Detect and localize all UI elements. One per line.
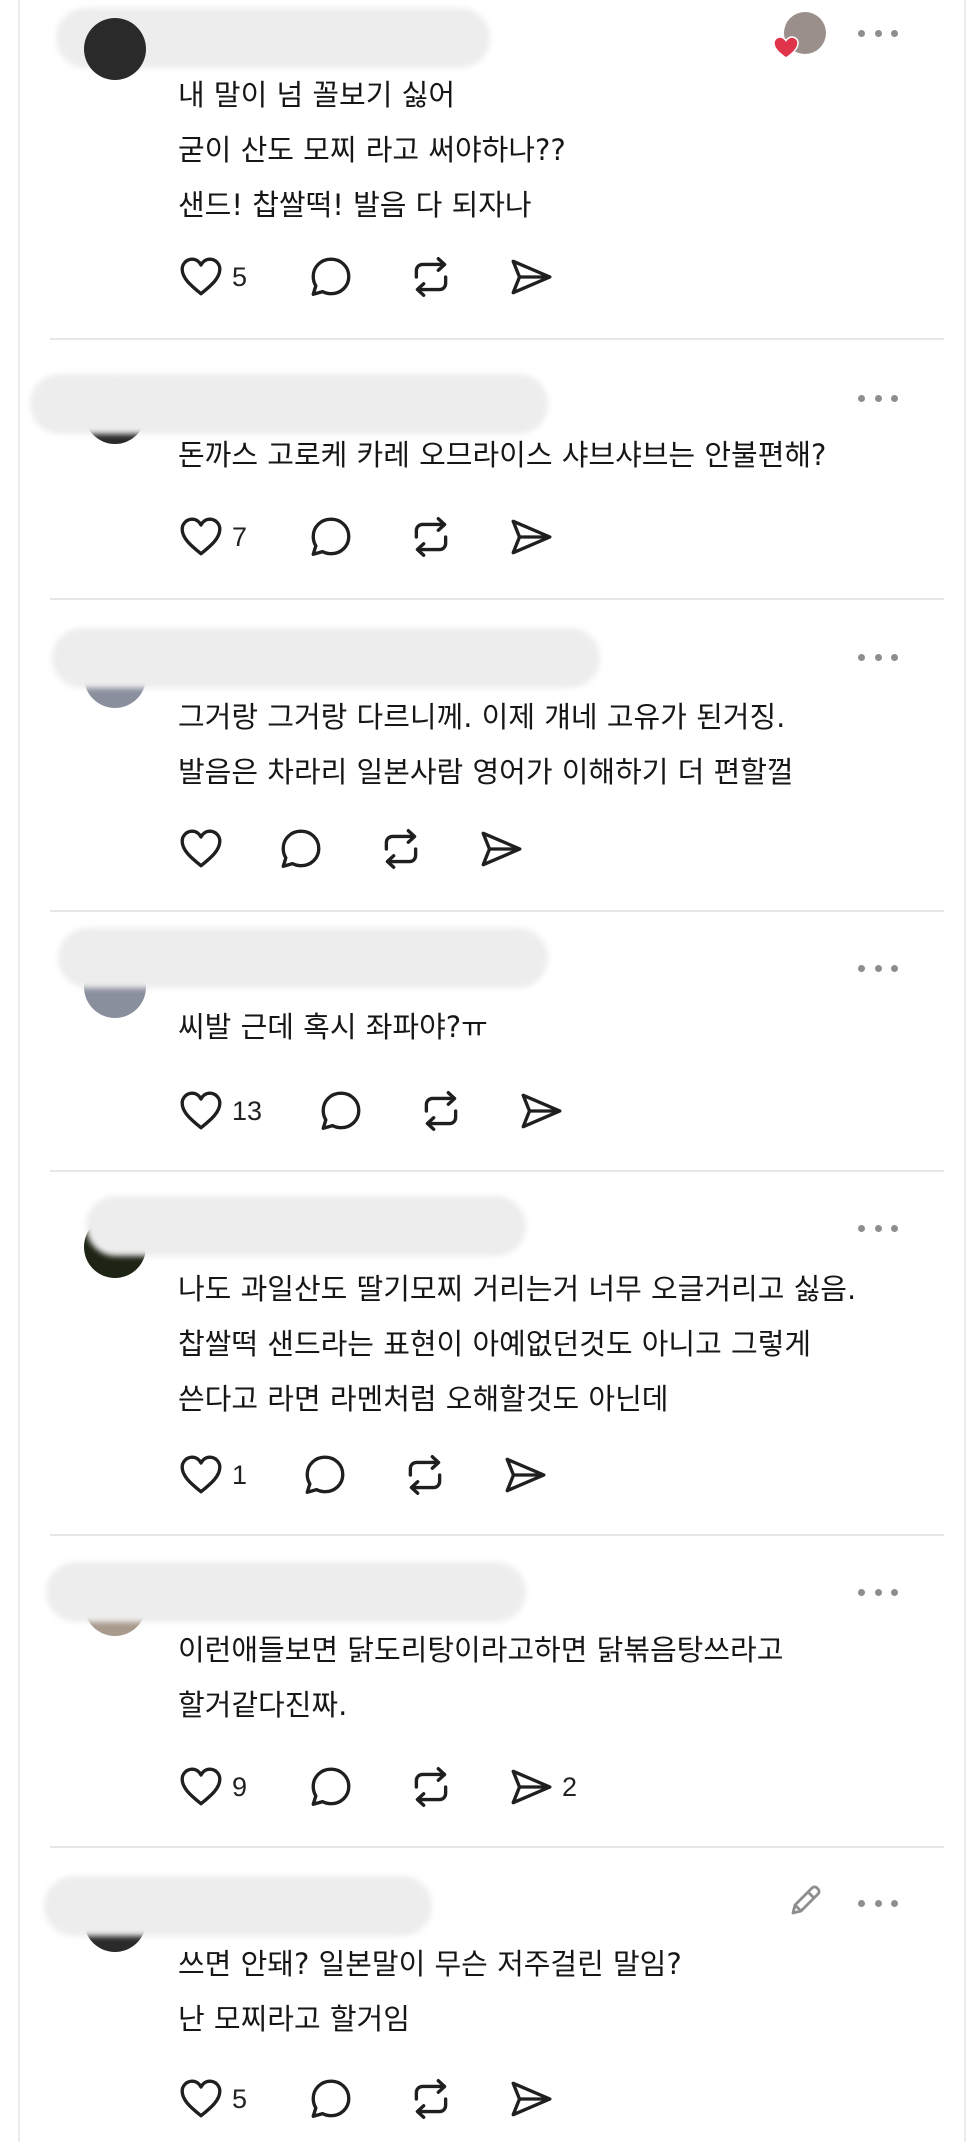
reply-button[interactable] [278,826,324,872]
share-button[interactable] [478,826,532,872]
post-text: 씨발 근데 혹시 좌파야?ㅠ [178,1010,488,1044]
heart-icon [178,1088,224,1134]
more-options-icon[interactable] [858,1221,898,1235]
heart-icon [178,2076,224,2122]
like-button[interactable]: 5 [178,2076,247,2122]
author-name-redacted [52,628,600,688]
like-button[interactable]: 7 [178,514,247,560]
repost-icon [408,2076,454,2122]
like-count: 1 [232,1459,248,1490]
more-options-icon[interactable] [858,1896,898,1910]
repost-icon [408,1764,454,1810]
reply-button[interactable] [308,514,354,560]
reply-icon [308,514,354,560]
like-count: 13 [232,1095,263,1126]
share-button[interactable] [518,1088,572,1134]
reply-button[interactable] [308,254,354,300]
repost-icon [408,514,454,560]
divider [50,338,944,340]
post-text: 돈까스 고로케 카레 오므라이스 샤브샤브는 안불편해? [178,438,827,472]
heart-icon [178,254,224,300]
reply-button[interactable] [302,1452,348,1498]
more-options-icon[interactable] [858,1585,898,1599]
repost-button[interactable] [418,1088,464,1134]
avatar[interactable] [84,18,146,80]
author-name-redacted [46,1562,526,1622]
share-button[interactable] [508,514,562,560]
like-count: 5 [232,2083,248,2114]
reply-icon [308,2076,354,2122]
author-name-redacted [44,1876,432,1936]
like-button[interactable]: 5 [178,254,247,300]
heart-icon [178,826,224,872]
heart-icon [178,1764,224,1810]
post-text: 쓰면 안돼? 일본말이 무슨 저주걸린 말임? 난 모찌라고 할거임 [178,1947,682,2036]
post-text: 그거랑 그거랑 다르니께. 이제 걔네 고유가 된거징. 발음은 차라리 일본사… [178,700,794,789]
repost-button[interactable] [408,514,454,560]
like-count: 5 [232,261,248,292]
more-options-icon[interactable] [858,650,898,664]
reply-icon [278,826,324,872]
repost-button[interactable] [408,254,454,300]
edit-pencil-icon[interactable] [786,1882,824,1920]
like-button[interactable] [178,826,232,872]
like-count: 7 [232,521,248,552]
share-icon [518,1088,564,1134]
more-options-icon[interactable] [858,961,898,975]
share-icon [508,2076,554,2122]
more-options-icon[interactable] [858,391,898,405]
author-name-redacted [58,928,548,988]
share-icon [478,826,524,872]
page-border-left [18,0,20,2142]
author-name-redacted [86,1196,526,1256]
like-button[interactable]: 13 [178,1088,262,1134]
reply-icon [308,1764,354,1810]
post-text: 나도 과일산도 딸기모찌 거리는거 너무 오글거리고 싫음. 찹쌀떡 샌드라는 … [178,1272,857,1416]
reply-button[interactable] [308,1764,354,1810]
repost-button[interactable] [408,2076,454,2122]
author-name-redacted [30,374,548,434]
reply-icon [318,1088,364,1134]
reply-icon [308,254,354,300]
share-button[interactable]: 2 [508,1764,577,1810]
reply-button[interactable] [308,2076,354,2122]
repost-icon [402,1452,448,1498]
divider [50,910,944,912]
heart-icon [178,1452,224,1498]
share-icon [508,254,554,300]
share-button[interactable] [502,1452,556,1498]
heart-icon [178,514,224,560]
repost-icon [418,1088,464,1134]
repost-button[interactable] [408,1764,454,1810]
repost-icon [378,826,424,872]
share-button[interactable] [508,254,562,300]
divider [50,1534,944,1536]
like-button[interactable]: 9 [178,1764,247,1810]
repost-icon [408,254,454,300]
more-options-icon[interactable] [858,26,898,40]
divider [50,598,944,600]
share-icon [508,514,554,560]
like-count: 9 [232,1771,248,1802]
divider [50,1170,944,1172]
repost-button[interactable] [378,826,424,872]
like-button[interactable]: 1 [178,1452,247,1498]
share-count: 2 [562,1771,578,1802]
post-text: 이런애들보면 닭도리탕이라고하면 닭볶음탕쓰라고 할거같다진짜. [178,1633,784,1722]
share-icon [508,1764,554,1810]
divider [50,1846,944,1848]
share-icon [502,1452,548,1498]
reply-button[interactable] [318,1088,364,1134]
reply-icon [302,1452,348,1498]
repost-button[interactable] [402,1452,448,1498]
page-border-right [964,0,966,2142]
share-button[interactable] [508,2076,562,2122]
post-text: 내 말이 넘 꼴보기 싫어 굳이 산도 모찌 라고 써야하나?? 샌드! 찹쌀떡… [178,78,566,222]
heart-badge-icon [773,36,799,59]
